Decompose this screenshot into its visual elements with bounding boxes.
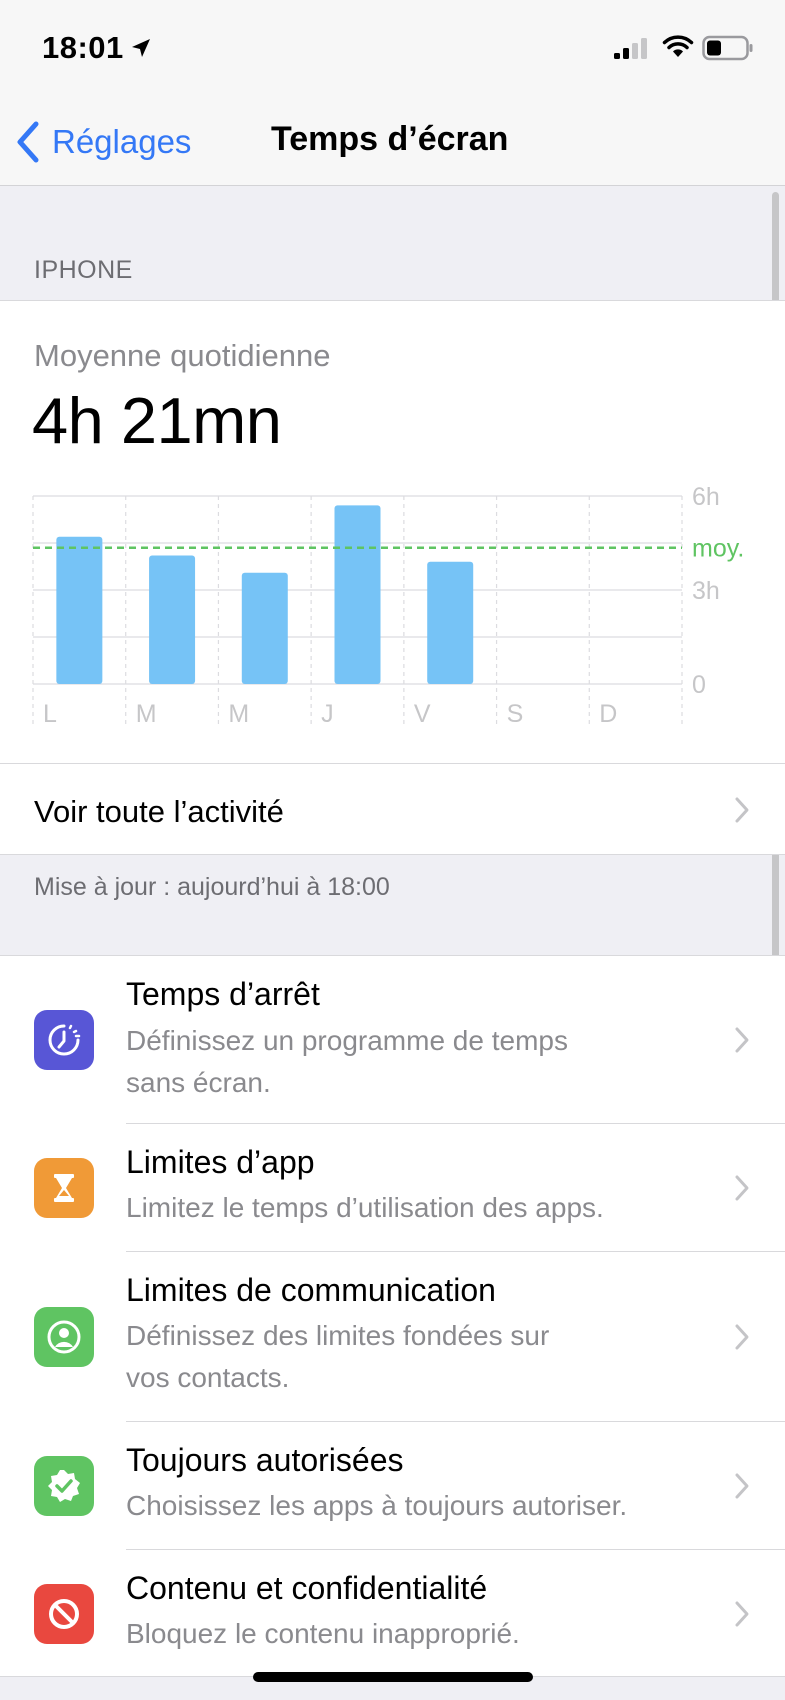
downtime-row[interactable]: Temps d’arrêt Définissez un programme de… — [0, 956, 785, 1124]
downtime-icon — [34, 1010, 94, 1070]
content-privacy-description: Bloquez le contenu inapproprié. — [126, 1618, 520, 1649]
status-time: 18:01 — [42, 30, 124, 65]
chart-average-label: moy. — [692, 535, 744, 563]
chart-x-tick-label: S — [507, 700, 524, 728]
communication-limits-description-line-2: vos contacts. — [126, 1362, 290, 1393]
last-updated-label: Mise à jour : aujourd’hui à 18:00 — [34, 873, 390, 901]
average-value: 4h 21mn — [32, 384, 282, 457]
communication-limits-description-line-1: Définissez des limites fondées sur — [126, 1320, 550, 1351]
chart-y-tick-label: 6h — [692, 483, 720, 511]
see-all-activity-label: Voir toute l’activité — [34, 794, 284, 829]
always-allowed-title: Toujours autorisées — [126, 1442, 404, 1478]
chart-bar — [56, 536, 103, 684]
chevron-right-icon — [735, 1027, 749, 1053]
chart-x-tick-label: D — [599, 700, 617, 728]
chevron-right-icon — [735, 1175, 749, 1201]
hourglass-icon — [34, 1158, 94, 1218]
battery-icon — [702, 35, 753, 61]
contact-icon — [34, 1307, 94, 1367]
communication-limits-title: Limites de communication — [126, 1272, 496, 1308]
chevron-right-icon — [735, 1601, 749, 1627]
chart-x-tick-label: J — [321, 700, 334, 728]
app-limits-title: Limites d’app — [126, 1144, 315, 1180]
location-arrow-icon — [132, 39, 150, 57]
downtime-description-line-1: Définissez un programme de temps — [126, 1025, 568, 1056]
cellular-signal-icon — [614, 38, 647, 59]
chevron-left-icon — [17, 121, 39, 163]
chart-x-tick-label: V — [414, 700, 431, 728]
app-limits-description: Limitez le temps d’utilisation des apps. — [126, 1192, 604, 1223]
weekly-usage-chart: moy. 6h 3h 0 L M M J V S D — [32, 483, 744, 728]
app-limits-row[interactable]: Limites d’app Limitez le temps d’utilisa… — [0, 1124, 785, 1252]
chart-y-tick-label: 0 — [692, 671, 706, 699]
restricted-icon — [34, 1584, 94, 1644]
always-allowed-description: Choisissez les apps à toujours autoriser… — [126, 1490, 628, 1521]
status-bar: 18:01 — [0, 0, 785, 100]
chart-bar — [334, 505, 381, 684]
communication-limits-row[interactable]: Limites de communication Définissez des … — [0, 1252, 785, 1422]
chevron-right-icon — [735, 1473, 749, 1499]
checkmark-badge-icon — [34, 1456, 94, 1516]
chart-bar — [427, 561, 474, 684]
back-button-label: Réglages — [52, 123, 192, 160]
content-privacy-title: Contenu et confidentialité — [126, 1570, 488, 1606]
chevron-right-icon — [735, 797, 749, 823]
chart-bar — [149, 555, 196, 684]
average-label: Moyenne quotidienne — [34, 338, 331, 373]
home-indicator[interactable] — [253, 1672, 533, 1682]
always-allowed-row[interactable]: Toujours autorisées Choisissez les apps … — [0, 1422, 785, 1550]
chart-bar — [241, 572, 288, 684]
chart-x-tick-label: M — [228, 700, 249, 728]
see-all-activity-row[interactable]: Voir toute l’activité — [0, 763, 785, 855]
chart-x-tick-label: L — [43, 700, 57, 728]
screen-time-options-list: Temps d’arrêt Définissez un programme de… — [0, 955, 785, 1677]
navigation-bar: Réglages Temps d’écran — [0, 100, 785, 186]
downtime-title: Temps d’arrêt — [126, 976, 320, 1012]
wifi-icon — [662, 35, 694, 57]
chart-x-tick-label: M — [136, 700, 157, 728]
section-header: IPHONE — [34, 256, 133, 284]
chevron-right-icon — [735, 1324, 749, 1350]
page-title: Temps d’écran — [271, 120, 509, 158]
downtime-description-line-2: sans écran. — [126, 1067, 271, 1098]
back-button[interactable]: Réglages — [14, 114, 191, 170]
content-privacy-row[interactable]: Contenu et confidentialité Bloquez le co… — [0, 1550, 785, 1678]
screen-time-summary-card: Moyenne quotidienne 4h 21mn moy. 6h 3h 0 L M M… — [0, 300, 785, 855]
chart-y-tick-label: 3h — [692, 577, 720, 605]
